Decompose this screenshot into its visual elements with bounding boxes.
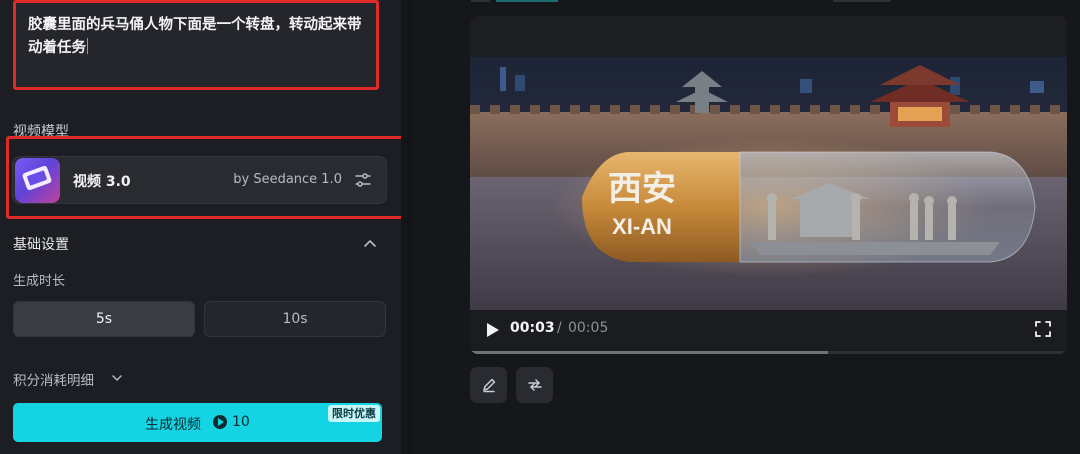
model-provider: by Seedance 1.0 <box>233 172 342 187</box>
prompt-input[interactable]: 胶囊里面的兵马俑人物下面是一个转盘，转动起来带动着任务 <box>13 0 379 90</box>
regenerate-button[interactable] <box>516 367 553 403</box>
sliders-icon[interactable] <box>354 171 372 189</box>
generate-video-button[interactable]: 生成视频 10 限时优惠 <box>13 403 382 442</box>
preview-panel: 西安 XI-AN 00:03 / 00:05 <box>413 0 1080 454</box>
capsule-text-cn: 西安 <box>608 170 676 208</box>
fullscreen-icon[interactable] <box>1035 321 1051 337</box>
chevron-down-icon[interactable] <box>110 372 124 384</box>
generate-label: 生成视频 <box>145 417 201 433</box>
play-icon[interactable] <box>486 322 500 338</box>
model-name: 视频 3.0 <box>73 174 131 190</box>
pencil-icon <box>482 378 495 393</box>
total-time: 00:05 <box>568 320 609 336</box>
top-cutoff-item <box>833 0 891 2</box>
model-selector[interactable]: 视频 3.0 by Seedance 1.0 <box>12 156 387 204</box>
promo-badge: 限时优惠 <box>328 405 380 422</box>
prompt-text: 胶囊里面的兵马俑人物下面是一个转盘，转动起来带动着任务 <box>28 17 362 56</box>
basic-settings-title: 基础设置 <box>13 237 69 253</box>
panel-divider <box>401 0 413 454</box>
top-cutoff-item <box>471 0 490 2</box>
duration-option-10s[interactable]: 10s <box>204 301 386 337</box>
edit-button[interactable] <box>470 367 507 403</box>
video-frame[interactable]: 西安 XI-AN <box>470 57 1067 310</box>
capsule-text-en: XI-AN <box>612 214 672 239</box>
progress-fill <box>470 351 829 354</box>
top-cutoff-item <box>496 0 558 2</box>
chevron-up-icon[interactable] <box>362 236 378 250</box>
repeat-icon <box>527 379 542 391</box>
duration-label: 生成时长 <box>13 274 66 289</box>
video-player[interactable]: 西安 XI-AN 00:03 / 00:05 <box>470 16 1067 354</box>
settings-panel: 胶囊里面的兵马俑人物下面是一个转盘，转动起来带动着任务 视频模型 视频 3.0 … <box>0 0 421 454</box>
time-separator: / <box>557 320 562 336</box>
current-time: 00:03 <box>510 320 555 336</box>
duration-option-5s[interactable]: 5s <box>13 301 195 337</box>
text-caret <box>87 38 88 54</box>
credit-coin-icon <box>213 415 227 429</box>
model-thumbnail-icon <box>15 158 60 203</box>
credits-detail-toggle[interactable]: 积分消耗明细 <box>13 369 94 389</box>
generate-cost: 10 <box>232 414 250 430</box>
progress-bar[interactable] <box>470 351 1067 354</box>
